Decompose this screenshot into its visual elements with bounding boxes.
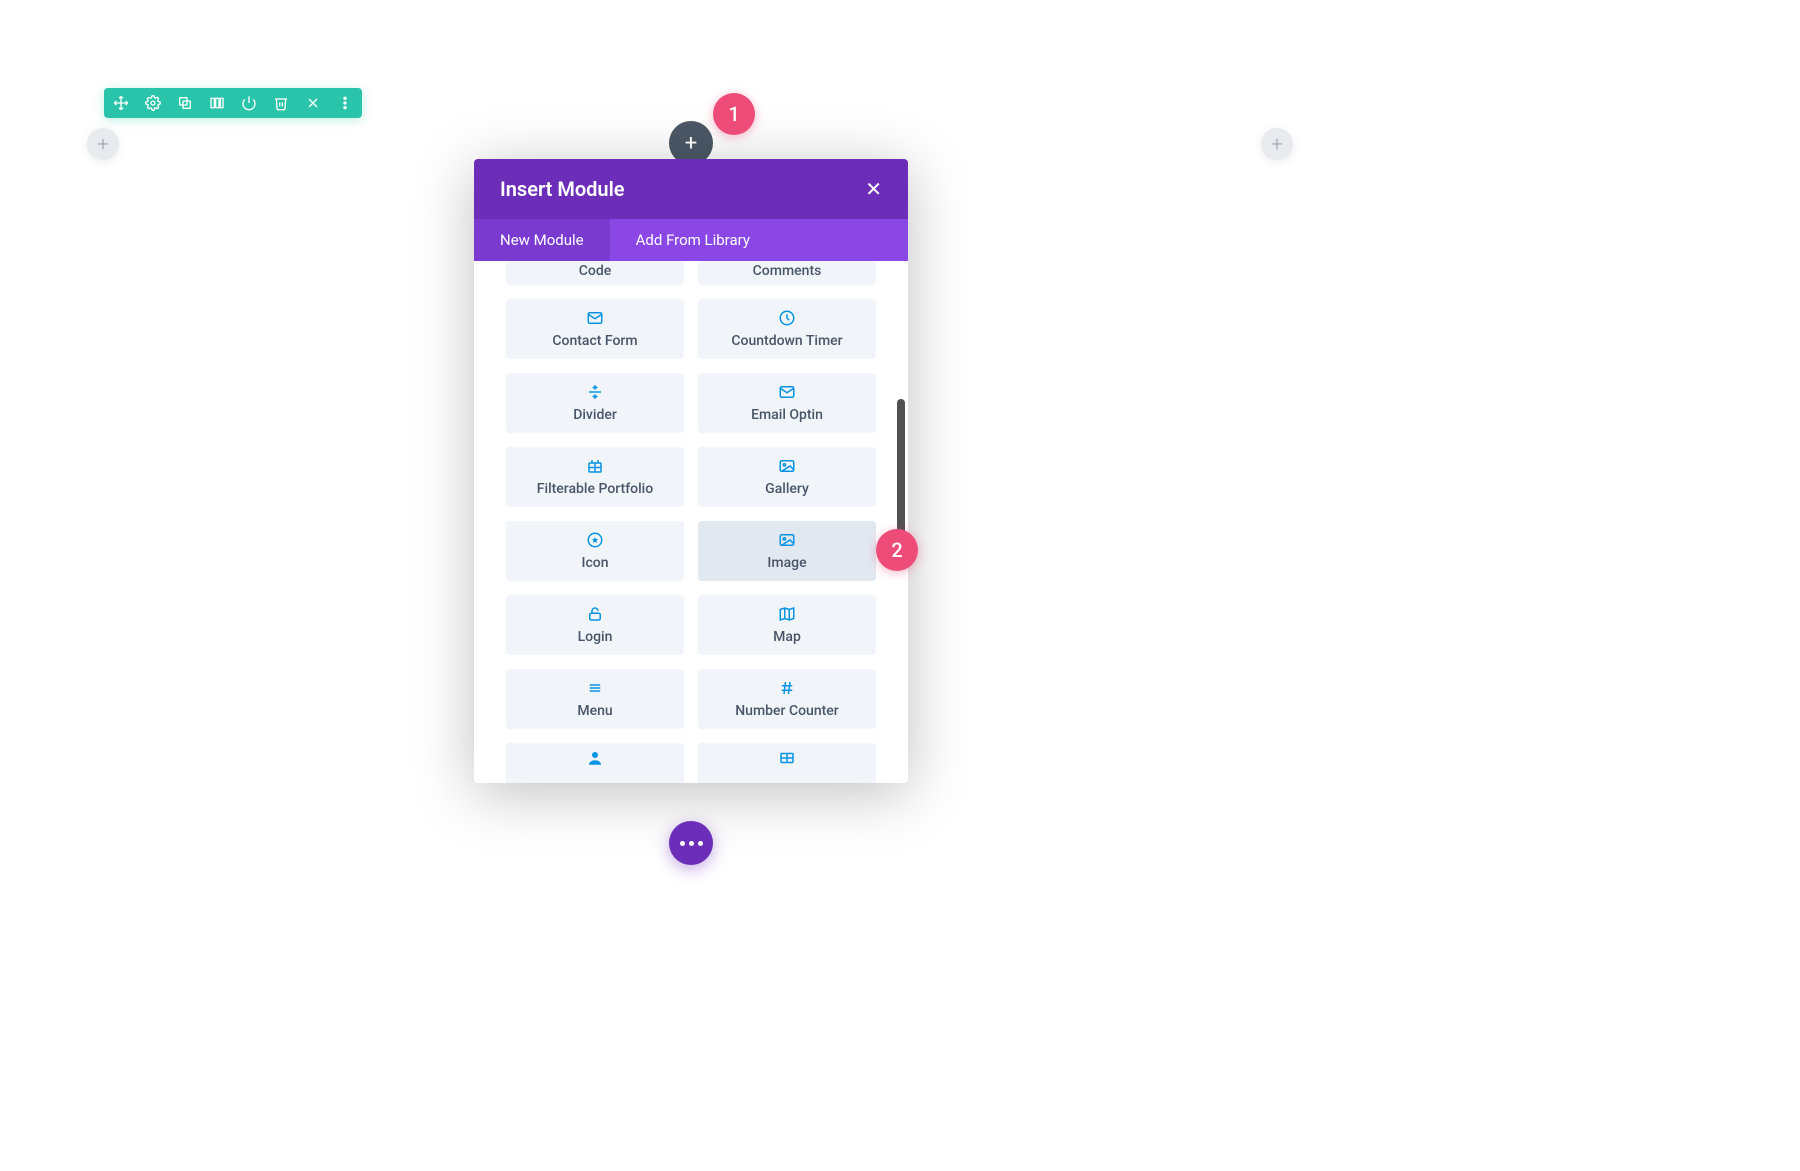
modal-header: Insert Module ✕: [474, 159, 908, 219]
module-menu[interactable]: Menu: [506, 669, 684, 729]
insert-module-modal: Insert Module ✕ New Module Add From Libr…: [474, 159, 908, 783]
user-icon: [586, 749, 604, 767]
trash-icon[interactable]: [272, 94, 290, 112]
move-icon[interactable]: [112, 94, 130, 112]
module-label: Number Counter: [735, 703, 838, 719]
modal-tabs: New Module Add From Library: [474, 219, 908, 261]
module-gallery[interactable]: Gallery: [698, 447, 876, 507]
module-label: Image: [767, 555, 806, 571]
annotation-badge-2: 2: [876, 529, 918, 571]
module-label: Email Optin: [751, 407, 823, 423]
modal-body: Code Comments Contact Form: [474, 261, 908, 783]
module-map[interactable]: Map: [698, 595, 876, 655]
module-label: Contact Form: [552, 333, 637, 349]
module-comments[interactable]: Comments: [698, 261, 876, 285]
module-label: Menu: [577, 703, 612, 719]
modal-title: Insert Module: [500, 177, 625, 201]
lock-icon: [586, 605, 604, 623]
add-section-left-button[interactable]: +: [87, 128, 119, 160]
tab-add-from-library[interactable]: Add From Library: [610, 219, 776, 261]
grid-icon: [778, 749, 796, 767]
dot-icon: [698, 841, 703, 846]
grid-icon: [586, 457, 604, 475]
divider-icon: [586, 383, 604, 401]
module-person[interactable]: Person: [506, 743, 684, 783]
power-icon[interactable]: [240, 94, 258, 112]
modal-close-button[interactable]: ✕: [865, 177, 882, 201]
module-label: Divider: [573, 407, 617, 423]
page-settings-button[interactable]: [669, 821, 713, 865]
module-filterable-portfolio[interactable]: Filterable Portfolio: [506, 447, 684, 507]
module-portfolio[interactable]: Portfolio: [698, 743, 876, 783]
hash-icon: [778, 679, 796, 697]
duplicate-icon[interactable]: [176, 94, 194, 112]
module-countdown-timer[interactable]: Countdown Timer: [698, 299, 876, 359]
menu-icon: [586, 679, 604, 697]
module-label: Comments: [753, 263, 822, 279]
module-image[interactable]: Image: [698, 521, 876, 581]
dot-icon: [689, 841, 694, 846]
tab-new-module[interactable]: New Module: [474, 219, 610, 261]
image-icon: [778, 457, 796, 475]
mail-icon: [778, 383, 796, 401]
mail-icon: [586, 309, 604, 327]
module-number-counter[interactable]: Number Counter: [698, 669, 876, 729]
clock-icon: [778, 309, 796, 327]
module-label: Login: [578, 629, 613, 645]
module-code[interactable]: Code: [506, 261, 684, 285]
row-toolbar: [104, 88, 362, 118]
star-circle-icon: [586, 531, 604, 549]
module-grid: Code Comments Contact Form: [506, 261, 876, 783]
columns-icon[interactable]: [208, 94, 226, 112]
module-label: Map: [773, 629, 801, 645]
module-login[interactable]: Login: [506, 595, 684, 655]
annotation-badge-1: 1: [713, 93, 755, 135]
module-label: Filterable Portfolio: [537, 481, 653, 497]
map-icon: [778, 605, 796, 623]
image-icon: [778, 531, 796, 549]
module-label: Countdown Timer: [731, 333, 842, 349]
module-label: Gallery: [765, 481, 809, 497]
gear-icon[interactable]: [144, 94, 162, 112]
module-contact-form[interactable]: Contact Form: [506, 299, 684, 359]
module-email-optin[interactable]: Email Optin: [698, 373, 876, 433]
module-icon[interactable]: Icon: [506, 521, 684, 581]
dot-icon: [680, 841, 685, 846]
more-vertical-icon[interactable]: [336, 94, 354, 112]
module-label: Code: [579, 263, 611, 279]
close-icon[interactable]: [304, 94, 322, 112]
add-section-right-button[interactable]: +: [1261, 128, 1293, 160]
module-divider[interactable]: Divider: [506, 373, 684, 433]
module-label: Icon: [581, 555, 608, 571]
module-scroll[interactable]: Code Comments Contact Form: [474, 261, 908, 783]
